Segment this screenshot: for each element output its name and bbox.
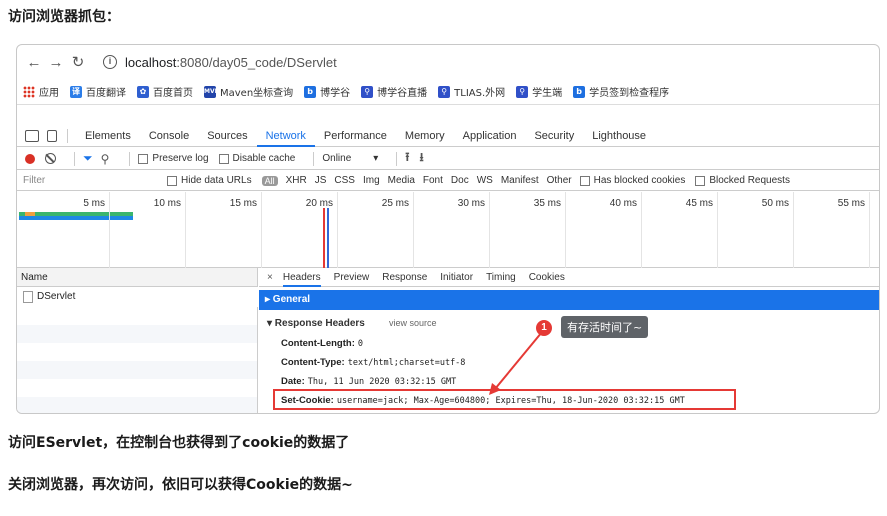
annotation-number-badge: 1 <box>536 320 552 336</box>
page-heading: 访问浏览器抓包： <box>8 9 120 25</box>
annotation-arrow <box>489 331 543 395</box>
annotation-callout: 有存活时间了~ <box>561 316 649 338</box>
browser-screenshot: ← → ↻ i localhost:8080/day05_code/DServl… <box>16 44 880 414</box>
paragraph-close-browser: 关闭浏览器，再次访问，依旧可以获得Cookie的数据~ <box>8 477 353 493</box>
paragraph-eservlet: 访问EServlet，在控制台也获得到了cookie的数据了 <box>8 435 350 451</box>
